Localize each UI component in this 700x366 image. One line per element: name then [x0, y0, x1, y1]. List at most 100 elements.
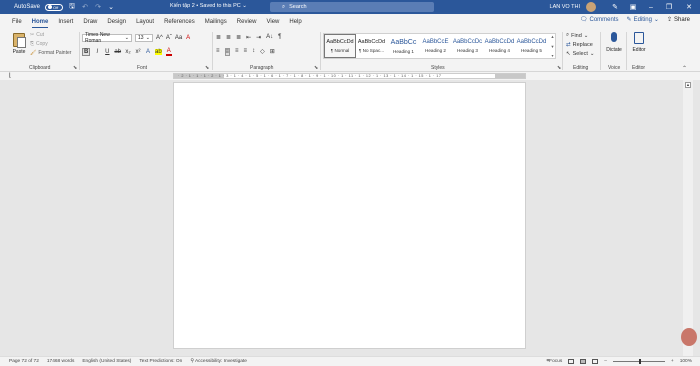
save-icon[interactable]: 🖫	[68, 3, 76, 11]
horizontal-ruler[interactable]: · 2 · 1 · 1 · 1 · 2 · 1 · 3 · 1 · 4 · 1 …	[173, 73, 526, 79]
select-button[interactable]: ↖ Select ⌄	[566, 51, 595, 57]
replace-button[interactable]: ⇄ Replace	[566, 42, 595, 48]
increase-indent-button[interactable]: ⇥	[256, 34, 261, 41]
tab-references[interactable]: References	[164, 14, 195, 29]
zoom-out-button[interactable]: –	[604, 359, 607, 364]
chevron-up-icon[interactable]: ▲	[551, 34, 555, 39]
tab-file[interactable]: File	[12, 14, 22, 29]
share-button[interactable]: ⇪ Share	[667, 16, 690, 24]
pen-icon[interactable]: ✎	[606, 0, 624, 14]
redo-icon[interactable]: ↷	[94, 3, 102, 11]
editing-mode-button[interactable]: ✎ Editing ⌄	[627, 16, 659, 24]
tab-selector-icon[interactable]: ⌊	[9, 72, 11, 79]
text-effects-button[interactable]: A	[145, 49, 151, 55]
paste-button[interactable]: Paste	[11, 33, 27, 55]
style-heading-4[interactable]: AaBbCcDd Heading 4	[484, 34, 516, 58]
font-size-dropdown[interactable]: 13 ⌄	[135, 34, 153, 42]
maximize-button[interactable]: ❐	[660, 0, 678, 14]
style-heading-1[interactable]: AaBbCc Heading 1	[388, 34, 420, 58]
format-painter-button[interactable]: 🖌 Format Painter	[30, 50, 71, 56]
print-layout-icon[interactable]	[580, 358, 587, 364]
autosave-toggle[interactable]: Off	[45, 3, 64, 11]
cut-button[interactable]: ✂ Cut	[30, 32, 71, 38]
shrink-font-button[interactable]: Aˇ	[166, 35, 172, 41]
line-spacing-button[interactable]: ↕	[252, 48, 255, 56]
tab-view[interactable]: View	[266, 14, 279, 29]
more-styles-icon[interactable]: ▾	[551, 53, 553, 58]
strikethrough-button[interactable]: ab	[114, 49, 121, 55]
tab-design[interactable]: Design	[107, 14, 126, 29]
justify-button[interactable]: ≡	[244, 48, 248, 56]
tab-draw[interactable]: Draw	[83, 14, 97, 29]
undo-icon[interactable]: ↶	[81, 3, 89, 11]
font-color-button[interactable]: A	[165, 48, 172, 56]
tab-mailings[interactable]: Mailings	[205, 14, 227, 29]
styles-launcher-icon[interactable]: ⬊	[557, 65, 561, 71]
show-marks-button[interactable]: ¶	[278, 34, 281, 41]
word-count[interactable]: 17468 words	[47, 359, 74, 364]
customize-toolbar-icon[interactable]: ⌄	[107, 3, 115, 11]
numbering-button[interactable]: ≣	[226, 34, 231, 41]
copy-button[interactable]: ⎘ Copy	[30, 41, 71, 47]
accessibility-status[interactable]: ⚲ Accessibility: Investigate	[190, 359, 247, 364]
superscript-button[interactable]: x²	[135, 49, 141, 55]
change-case-button[interactable]: Aa	[175, 35, 182, 41]
focus-button[interactable]: ⌗Focus	[546, 358, 562, 364]
style-heading-5[interactable]: AaBbCcDd Heading 5	[516, 34, 548, 58]
bullets-button[interactable]: ≣	[216, 34, 221, 41]
subscript-button[interactable]: x₂	[125, 49, 131, 55]
font-name-dropdown[interactable]: Times New Roman ⌄	[82, 32, 132, 44]
editor-button[interactable]: Editor	[630, 32, 648, 53]
text-predictions-status[interactable]: Text Predictions: On	[139, 359, 182, 364]
shading-button[interactable]: ◇	[260, 48, 265, 56]
clear-formatting-button[interactable]: A	[185, 35, 191, 41]
align-right-button[interactable]: ≡	[235, 48, 239, 56]
italic-button[interactable]: I	[94, 49, 100, 55]
tab-insert[interactable]: Insert	[58, 14, 73, 29]
style-heading-2[interactable]: AaBbCcE Heading 2	[420, 34, 452, 58]
document-page[interactable]	[173, 82, 526, 349]
assistant-avatar[interactable]	[681, 328, 697, 346]
clipboard-launcher-icon[interactable]: ⬊	[73, 65, 77, 71]
zoom-level[interactable]: 100%	[680, 359, 692, 364]
highlight-button[interactable]: ab	[155, 49, 162, 55]
align-left-button[interactable]: ≡	[216, 48, 220, 56]
find-button[interactable]: ⌕ Find ⌄	[566, 32, 595, 39]
style-no-spac[interactable]: AaBbCcDd ¶ No Spac...	[356, 34, 388, 58]
tab-review[interactable]: Review	[237, 14, 257, 29]
vertical-scrollbar[interactable]	[683, 80, 693, 356]
chevron-down-icon[interactable]: ▼	[551, 44, 555, 49]
minimize-button[interactable]: –	[642, 0, 660, 14]
search-box[interactable]: ⌕ Search	[270, 2, 434, 12]
scroll-up-icon[interactable]: ▲	[685, 82, 691, 88]
language-status[interactable]: English (United States)	[82, 359, 131, 364]
tab-home[interactable]: Home	[31, 14, 48, 29]
style-heading-3[interactable]: AaBbCcDc Heading 3	[452, 34, 484, 58]
zoom-slider[interactable]	[612, 358, 665, 364]
ribbon-display-icon[interactable]: ▣	[624, 0, 642, 14]
comments-button[interactable]: 🗨 Comments	[580, 16, 619, 24]
multilevel-list-button[interactable]: ≣	[236, 34, 241, 41]
decrease-indent-button[interactable]: ⇤	[246, 34, 251, 41]
styles-scroll[interactable]: ▲ ▼ ▾	[549, 34, 556, 58]
paragraph-launcher-icon[interactable]: ⬊	[314, 65, 318, 71]
underline-button[interactable]: U	[104, 49, 110, 55]
bold-button[interactable]: B	[82, 48, 91, 56]
zoom-thumb[interactable]	[638, 358, 641, 364]
web-layout-icon[interactable]	[592, 358, 599, 364]
user-name[interactable]: LAN VO THI	[550, 4, 580, 10]
page-count[interactable]: Page 72 of 72	[9, 359, 39, 364]
sort-button[interactable]: A↓	[266, 34, 273, 41]
borders-button[interactable]: ⊞	[270, 48, 275, 56]
avatar[interactable]	[586, 2, 596, 12]
align-center-button[interactable]: ≡	[224, 48, 231, 56]
grow-font-button[interactable]: A^	[156, 35, 163, 41]
dictate-button[interactable]: Dictate	[606, 32, 622, 53]
font-launcher-icon[interactable]: ⬊	[205, 65, 209, 71]
read-mode-icon[interactable]	[568, 358, 575, 364]
collapse-ribbon-icon[interactable]: ⌃	[682, 65, 687, 72]
close-button[interactable]: ✕	[678, 0, 700, 14]
tab-layout[interactable]: Layout	[136, 14, 154, 29]
document-title[interactable]: Kiến tập 2 • Saved to this PC ⌄	[170, 3, 247, 9]
style-normal[interactable]: AaBbCcDd ¶ Normal	[324, 34, 356, 58]
